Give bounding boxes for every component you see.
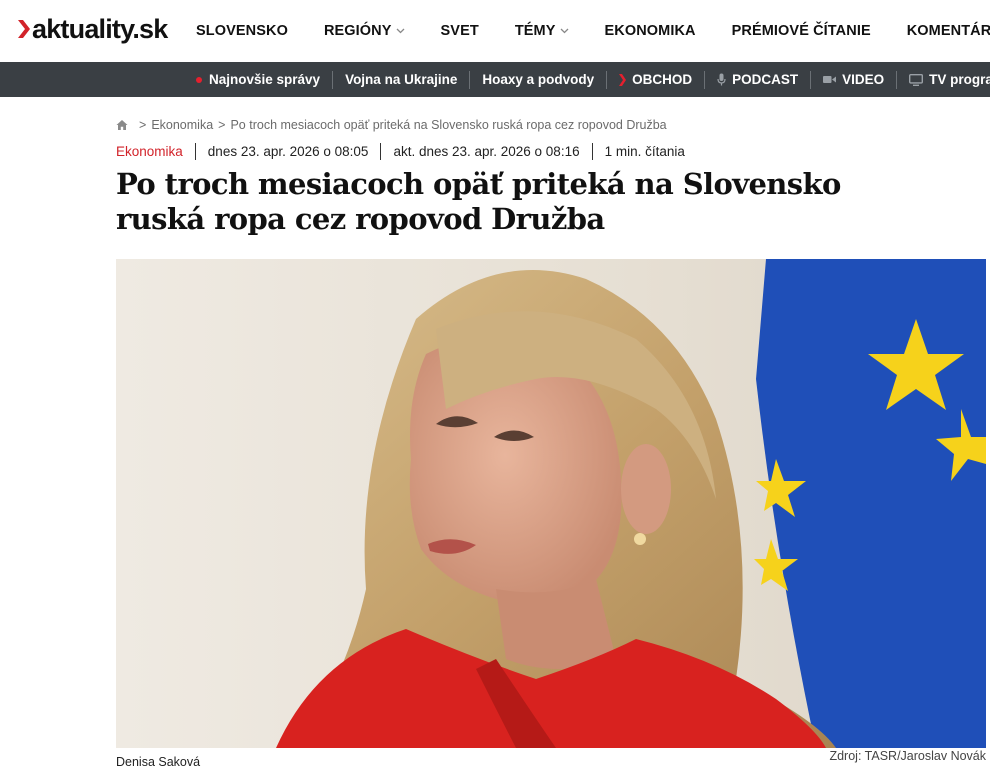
video-camera-icon (823, 75, 837, 84)
article-category-link[interactable]: Ekonomika (116, 144, 195, 159)
nav-label: REGIÓNY (323, 23, 392, 39)
breadcrumb-item-article[interactable]: Po troch mesiacoch opäť priteká na Slove… (230, 118, 666, 132)
nav-label: SVET (440, 23, 479, 39)
subnav-label: Hoaxy a podvody (482, 72, 595, 87)
subnav-label: PODCAST (732, 72, 799, 87)
nav-label: KOMENTÁRE (906, 23, 990, 39)
microphone-icon (717, 73, 726, 86)
nav-label: EKONOMIKA (604, 23, 696, 39)
nav-label: SLOVENSKO (196, 23, 288, 39)
published-date: dnes 23. apr. 2026 o 08:05 (194, 143, 381, 160)
tv-icon (909, 73, 924, 86)
logo-text: aktuality.sk (32, 13, 168, 44)
nav-item-regiony[interactable]: REGIÓNY (324, 23, 405, 39)
subnav-item-obchod[interactable]: OBCHOD (606, 70, 704, 89)
nav-item-svet[interactable]: SVET (441, 23, 479, 39)
article-meta: Ekonomika dnes 23. apr. 2026 o 08:05 akt… (116, 143, 697, 160)
subnav-item-podcast[interactable]: PODCAST (704, 70, 810, 89)
sub-nav: Najnovšie správy Vojna na Ukrajine Hoaxy… (0, 62, 990, 97)
subnav-label: Vojna na Ukrajine (345, 72, 458, 87)
subnav-label: OBCHOD (632, 72, 693, 87)
breadcrumb: > Ekonomika > Po troch mesiacoch opäť pr… (116, 118, 667, 132)
site-logo[interactable]: aktuality.sk (17, 12, 168, 46)
photo-credit: Zdroj: TASR/Jaroslav Novák (829, 749, 986, 763)
logo-chevron-icon (18, 20, 30, 38)
nav-item-komentare[interactable]: KOMENTÁRE (907, 23, 990, 39)
chevron-down-icon (396, 28, 404, 34)
photo-portrait-image (116, 259, 986, 748)
article-main-photo[interactable] (116, 259, 986, 748)
nav-item-premiove-citanie[interactable]: PRÉMIOVÉ ČÍTANIE (732, 23, 871, 39)
subnav-item-video[interactable]: VIDEO (810, 70, 896, 89)
nav-label: PRÉMIOVÉ ČÍTANIE (731, 23, 871, 39)
nav-item-slovensko[interactable]: SLOVENSKO (196, 23, 288, 39)
article-title: Po troch mesiacoch opäť priteká na Slove… (116, 167, 841, 236)
chevron-right-icon (619, 73, 627, 86)
chevron-down-icon (560, 28, 568, 34)
subnav-item-tv-program[interactable]: TV program (896, 70, 990, 89)
red-dot-icon (196, 76, 202, 83)
breadcrumb-item-ekonomika[interactable]: Ekonomika (151, 118, 213, 132)
breadcrumb-separator: > (139, 118, 147, 132)
nav-item-ekonomika[interactable]: EKONOMIKA (605, 23, 696, 39)
subnav-item-hoaxy-a-podvody[interactable]: Hoaxy a podvody (469, 70, 606, 89)
site-header: aktuality.sk SLOVENSKO REGIÓNY SVET TÉMY… (0, 0, 990, 62)
reading-time: 1 min. čítania (591, 143, 697, 160)
nav-item-temy[interactable]: TÉMY (515, 23, 569, 39)
breadcrumb-separator: > (218, 118, 226, 132)
home-icon[interactable] (116, 119, 128, 131)
photo-caption: Denisa Saková (116, 755, 201, 769)
subnav-label: Najnovšie správy (209, 72, 321, 87)
subnav-label: VIDEO (842, 72, 885, 87)
subnav-item-najnovsie-spravy[interactable]: Najnovšie správy (184, 71, 332, 89)
subnav-item-vojna-na-ukrajine[interactable]: Vojna na Ukrajine (332, 70, 469, 89)
subnav-label: TV program (929, 72, 990, 87)
nav-label: TÉMY (514, 23, 556, 39)
main-nav: SLOVENSKO REGIÓNY SVET TÉMY EKONOMIKA PR… (178, 0, 990, 62)
updated-date: akt. dnes 23. apr. 2026 o 08:16 (380, 143, 591, 160)
